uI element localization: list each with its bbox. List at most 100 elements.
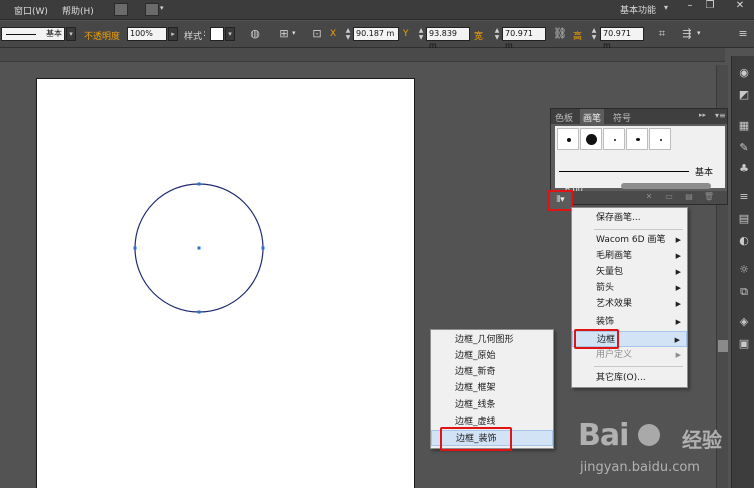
brush-swatch-3[interactable] bbox=[603, 128, 625, 150]
artboard[interactable] bbox=[36, 78, 415, 488]
transform-icon[interactable]: ⊡ bbox=[310, 27, 324, 41]
submenu-item-frames[interactable]: 边框_框架 bbox=[431, 380, 553, 396]
transparency-icon[interactable]: ◐ bbox=[737, 234, 751, 248]
graphic-styles-icon[interactable]: ⧉ bbox=[737, 285, 751, 299]
highlight-borders-item bbox=[574, 329, 619, 349]
brush-swatch-1[interactable] bbox=[557, 128, 579, 150]
stroke-profile-dropdown-icon[interactable]: ▾ bbox=[66, 27, 76, 41]
watermark-url: jingyan.baidu.com bbox=[580, 460, 700, 475]
bridge-icon[interactable] bbox=[114, 3, 128, 16]
x-input[interactable]: 90.187 m bbox=[353, 27, 399, 41]
brush-panel-tabs: 色板 画笔 符号 ▸▸ ▾≡ bbox=[551, 109, 727, 124]
minimize-icon[interactable]: – bbox=[680, 0, 700, 14]
menu-item-bristle[interactable]: 毛刷画笔 ▶ bbox=[572, 248, 687, 264]
right-dock: ◉ ◩ ▦ ✎ ♣ ≡ ▤ ◐ ☼ ⧉ ◈ ▣ bbox=[731, 56, 754, 488]
height-input[interactable]: 70.971 m bbox=[600, 27, 644, 50]
width-stepper[interactable]: ▲ ▼ bbox=[493, 27, 501, 41]
width-label[interactable]: 宽 bbox=[474, 29, 483, 42]
stroke-profile-value: 基本 bbox=[46, 29, 62, 38]
layers-icon[interactable]: ◈ bbox=[737, 315, 751, 329]
submenu-item-novelty[interactable]: 边框_新奇 bbox=[431, 364, 553, 380]
submenu-arrow-icon: ▶ bbox=[675, 252, 681, 260]
basic-brush-stroke[interactable] bbox=[559, 171, 689, 172]
align-dropdown-icon[interactable]: ▾ bbox=[292, 29, 296, 37]
menu-item-vector-packs[interactable]: 矢量包 ▶ bbox=[572, 264, 687, 280]
width-input[interactable]: 70.971 m bbox=[502, 27, 546, 50]
brush-options-icon[interactable]: ▭ bbox=[663, 192, 675, 202]
recolor-icon[interactable]: ◍ bbox=[248, 27, 262, 41]
style-dropdown-icon[interactable]: ▾ bbox=[225, 27, 235, 41]
appearance-icon[interactable]: ☼ bbox=[737, 263, 751, 277]
menu-item-save-brushes[interactable]: 保存画笔... bbox=[572, 210, 687, 226]
color-guide-icon[interactable]: ◩ bbox=[737, 88, 751, 102]
center-point bbox=[197, 246, 201, 250]
menu-item-wacom-6d[interactable]: Wacom 6D 画笔 ▶ bbox=[572, 232, 687, 248]
panel-options-dropdown-icon[interactable]: ▾ bbox=[697, 29, 701, 37]
brushes-icon[interactable]: ✎ bbox=[737, 141, 751, 155]
submenu-item-primitive[interactable]: 边框_原始 bbox=[431, 348, 553, 364]
control-bar: 基本 ▾ 不透明度 100% ▸ 样式 : ▾ ◍ ⊞ ▾ ⊡ X ▲ ▼ 90.… bbox=[0, 21, 754, 50]
submenu-arrow-icon: ▶ bbox=[675, 351, 681, 359]
opacity-input[interactable]: 100% bbox=[127, 27, 167, 41]
x-stepper[interactable]: ▲ ▼ bbox=[344, 27, 352, 41]
workspace-switcher[interactable]: 基本功能 bbox=[620, 3, 656, 16]
panel-collapse-icon[interactable]: ▸▸ bbox=[699, 111, 706, 119]
brush-swatch-5[interactable] bbox=[649, 128, 671, 150]
new-brush-icon[interactable]: ▤ bbox=[683, 192, 695, 202]
color-icon[interactable]: ◉ bbox=[737, 66, 751, 80]
panel-menu-icon[interactable]: ▾≡ bbox=[715, 111, 726, 120]
swatches-icon[interactable]: ▦ bbox=[737, 119, 751, 133]
close-icon[interactable]: ✕ bbox=[730, 0, 750, 14]
delete-brush-icon[interactable]: 🗑 bbox=[703, 192, 715, 202]
tab-brushes[interactable]: 画笔 bbox=[580, 109, 605, 124]
stroke-icon[interactable]: ≡ bbox=[737, 190, 751, 204]
menu-item-artistic[interactable]: 艺术效果 ▶ bbox=[572, 296, 687, 312]
anchor-top[interactable] bbox=[197, 182, 201, 186]
symbols-icon[interactable]: ♣ bbox=[737, 162, 751, 176]
submenu-arrow-icon: ▶ bbox=[675, 236, 681, 244]
anchor-left[interactable] bbox=[133, 246, 137, 250]
y-input[interactable]: 93.839 m bbox=[426, 27, 470, 50]
anchor-bottom[interactable] bbox=[197, 310, 201, 314]
gradient-icon[interactable]: ▤ bbox=[737, 212, 751, 226]
tab-symbols[interactable]: 符号 bbox=[613, 111, 631, 124]
scrollbar-thumb[interactable] bbox=[718, 340, 728, 352]
brush-swatch-2[interactable] bbox=[580, 128, 602, 150]
x-label[interactable]: X bbox=[330, 29, 336, 39]
restore-icon[interactable]: ❐ bbox=[700, 0, 720, 14]
workspace-dropdown-icon[interactable]: ▾ bbox=[664, 3, 668, 12]
constrain-proportions-icon[interactable]: ⛓ bbox=[553, 27, 567, 41]
tab-swatches[interactable]: 色板 bbox=[555, 111, 573, 124]
submenu-item-lines[interactable]: 边框_线条 bbox=[431, 397, 553, 413]
height-stepper[interactable]: ▲ ▼ bbox=[590, 27, 598, 41]
opacity-dropdown-icon[interactable]: ▸ bbox=[168, 27, 178, 41]
stroke-line-preview bbox=[6, 34, 36, 35]
panel-options-icon[interactable]: ⇶ bbox=[680, 27, 694, 41]
brush-swatch-4[interactable] bbox=[626, 128, 648, 150]
isolate-icon[interactable]: ⌗ bbox=[655, 27, 669, 41]
align-icon[interactable]: ⊞ bbox=[277, 27, 291, 41]
anchor-right[interactable] bbox=[261, 246, 265, 250]
menu-item-arrows[interactable]: 箭头 ▶ bbox=[572, 280, 687, 296]
menu-window[interactable]: 窗口(W) bbox=[14, 4, 48, 17]
control-bar-menu-icon[interactable]: ≡ bbox=[736, 27, 750, 41]
graphic-style-swatch[interactable] bbox=[210, 27, 224, 41]
submenu-arrow-icon: ▶ bbox=[675, 284, 681, 292]
artboards-icon[interactable]: ▣ bbox=[737, 337, 751, 351]
y-label[interactable]: Y bbox=[403, 29, 409, 39]
y-stepper[interactable]: ▲ ▼ bbox=[417, 27, 425, 41]
arrange-docs-icon[interactable] bbox=[145, 3, 159, 16]
brush-library-menu-button[interactable]: ⫴▾ bbox=[548, 190, 573, 211]
menu-help[interactable]: 帮助(H) bbox=[62, 4, 94, 17]
remove-stroke-icon[interactable]: ✕ bbox=[643, 192, 655, 202]
menu-item-other-library[interactable]: 其它库(O)... bbox=[572, 370, 687, 386]
height-label[interactable]: 高 bbox=[573, 29, 582, 42]
calligraphic-brush-stroke[interactable] bbox=[621, 183, 711, 189]
opacity-label[interactable]: 不透明度 bbox=[84, 29, 120, 42]
brush-list: 基本 bbox=[555, 126, 725, 188]
submenu-item-geometric[interactable]: 边框_几何图形 bbox=[431, 332, 553, 348]
arrange-dropdown-icon[interactable]: ▾ bbox=[160, 4, 164, 12]
stroke-profile-select[interactable]: 基本 bbox=[1, 27, 65, 41]
menu-item-decorative[interactable]: 装饰 ▶ bbox=[572, 314, 687, 330]
menu-bar: 窗口(W) 帮助(H) ▾ 基本功能 ▾ – ❐ ✕ bbox=[0, 0, 754, 20]
